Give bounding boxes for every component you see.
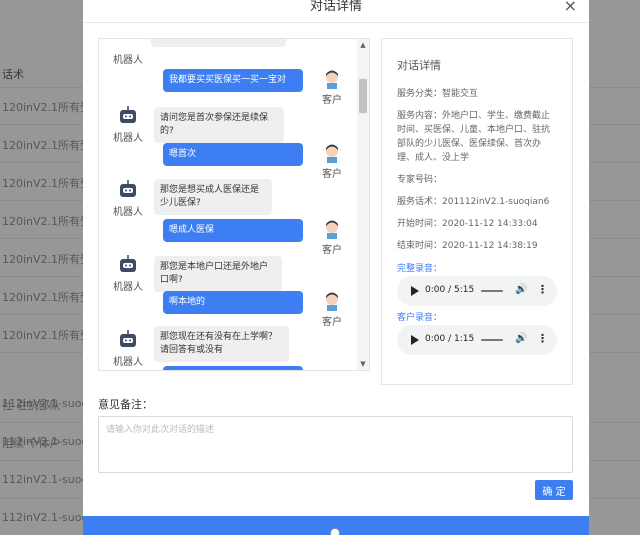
customer-avatar-icon (326, 70, 338, 89)
user-avatar: 客户 (317, 143, 347, 180)
chat-bubble-bot: 请问您是首次参保还是续保的? (154, 107, 284, 143)
customer-label: 客户 (322, 95, 342, 106)
robot-label: 机器人 (113, 133, 143, 144)
robot-avatar: 机器人 (113, 254, 143, 293)
dialog-title: 对话详情 (309, 0, 362, 14)
full-audio-label: 完整录音： (397, 264, 443, 274)
remark-label: 意见备注： (98, 398, 153, 411)
customer-avatar-icon (326, 220, 338, 239)
service-category: 服务分类：智能交互 (397, 89, 479, 99)
chat-bubble-bot: 那您是想买成人医保还是少儿医保? (154, 179, 272, 215)
client-audio-player[interactable]: 0:00 / 1:15 🔊 ⋮ (397, 325, 557, 355)
close-icon[interactable]: × (564, 0, 577, 14)
dialog-divider (83, 22, 589, 23)
chat-bubble-user: 嗯首次 (163, 143, 303, 166)
conversation-detail-dialog: 对话详情 × 机器人 我都要买买医保买一买一宝对 客户 机器人 请问您是首次参保… (83, 0, 589, 535)
customer-avatar-icon (326, 292, 338, 311)
more-options-icon[interactable]: ⋮ (537, 332, 548, 345)
robot-label: 机器人 (113, 55, 143, 66)
robot-label: 机器人 (113, 282, 143, 293)
robot-avatar: 机器人 (113, 49, 143, 66)
robot-avatar-icon (120, 255, 136, 272)
audio-progress-track[interactable] (481, 290, 503, 292)
robot-avatar: 机器人 (113, 329, 143, 368)
audio-time: 0:00 / 1:15 (425, 334, 475, 344)
robot-label: 机器人 (113, 207, 143, 218)
audio-time: 0:00 / 5:15 (425, 285, 475, 295)
more-options-icon[interactable]: ⋮ (537, 283, 548, 296)
chat-scroll-area[interactable]: 机器人 我都要买买医保买一买一宝对 客户 机器人 请问您是首次参保还是续保的? … (99, 39, 357, 370)
confirm-button[interactable]: 确 定 (535, 480, 573, 500)
client-audio-label: 客户录音： (397, 313, 443, 323)
chat-bubble-bot: 那您现在还有没有在上学啊？请回答有或没有 (154, 326, 289, 362)
scrollbar-thumb[interactable] (359, 79, 367, 113)
bottom-handle[interactable] (330, 528, 340, 535)
start-time: 开始时间：2020-11-12 14:33:04 (397, 219, 538, 229)
info-panel: 对话详情 服务分类：智能交互 服务内容：外地户口、学生、缴费截止时间、买医保、儿… (381, 38, 573, 385)
customer-label: 客户 (322, 317, 342, 328)
volume-icon[interactable]: 🔊 (515, 284, 527, 295)
full-audio-player[interactable]: 0:00 / 5:15 🔊 ⋮ (397, 276, 557, 306)
remark-textarea[interactable] (98, 416, 573, 473)
robot-avatar-icon (120, 180, 136, 197)
play-icon[interactable] (411, 335, 419, 345)
customer-avatar-icon (326, 144, 338, 163)
chat-bubble-user: 我都要买买医保买一买一宝对 (163, 69, 303, 92)
user-avatar: 客户 (317, 69, 347, 106)
scroll-down-arrow-icon[interactable]: ▼ (359, 360, 367, 368)
customer-label: 客户 (322, 169, 342, 180)
service-script: 服务话术：201112inV2.1-suoqian6 (397, 197, 550, 207)
chat-panel: 机器人 我都要买买医保买一买一宝对 客户 机器人 请问您是首次参保还是续保的? … (98, 38, 370, 371)
play-icon[interactable] (411, 286, 419, 296)
robot-avatar: 机器人 (113, 105, 143, 144)
user-avatar: 客户 (317, 219, 347, 256)
robot-avatar-icon (120, 106, 136, 123)
chat-bubble-bot (151, 39, 286, 47)
robot-avatar: 机器人 (113, 179, 143, 218)
customer-label: 客户 (322, 245, 342, 256)
robot-label: 机器人 (113, 357, 143, 368)
chat-bubble-user: 啊本地的 (163, 291, 303, 314)
robot-avatar-icon (120, 330, 136, 347)
expert-number: 专家号码： (397, 175, 443, 185)
chat-scrollbar[interactable]: ▲ ▼ (357, 39, 369, 370)
audio-progress-track[interactable] (481, 339, 503, 341)
user-avatar: 客户 (317, 291, 347, 328)
chat-bubble-user (163, 366, 303, 370)
chat-bubble-bot: 那您是本地户口还是外地户口啊? (154, 256, 282, 292)
volume-icon[interactable]: 🔊 (515, 333, 527, 344)
info-title: 对话详情 (397, 59, 441, 72)
chat-bubble-user: 嗯成人医保 (163, 219, 303, 242)
end-time: 结束时间：2020-11-12 14:38:19 (397, 241, 538, 251)
service-content: 服务内容：外地户口、学生、缴费截止时间、买医保、儿童、本地户口、驻抗部队的少儿医… (397, 111, 551, 163)
scroll-up-arrow-icon[interactable]: ▲ (359, 41, 367, 49)
